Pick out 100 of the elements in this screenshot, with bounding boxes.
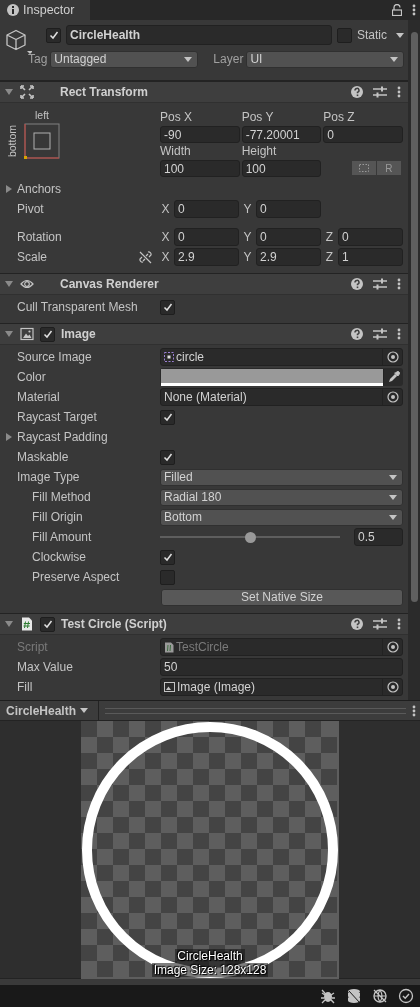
blueprint-button[interactable] — [352, 161, 376, 175]
axis-label: X — [160, 230, 171, 244]
object-field[interactable]: Image (Image) — [160, 678, 403, 696]
collapse-arrow-icon[interactable] — [5, 620, 13, 628]
number-field[interactable]: 50 — [160, 658, 403, 676]
field-label: Max Value — [17, 660, 73, 674]
help-icon[interactable] — [351, 328, 363, 340]
presets-icon[interactable] — [373, 86, 387, 98]
script-icon — [164, 641, 174, 653]
field-label: Pos Y — [241, 109, 275, 125]
presets-icon[interactable] — [373, 278, 387, 290]
cube-icon[interactable] — [4, 28, 32, 56]
checkbox[interactable] — [160, 569, 175, 585]
dropdown[interactable]: Bottom — [160, 508, 403, 526]
more-icon[interactable] — [397, 278, 401, 290]
color-swatch[interactable] — [161, 368, 383, 386]
info-icon — [7, 4, 19, 16]
component-header[interactable]: Test Circle (Script) — [0, 614, 408, 635]
number-field[interactable]: -90 — [160, 126, 240, 143]
unlinked-icon[interactable] — [139, 250, 152, 264]
component-header[interactable]: Canvas Renderer — [0, 274, 408, 295]
caret-icon — [389, 474, 397, 480]
component-header[interactable]: Image — [0, 324, 408, 345]
more-icon[interactable] — [397, 86, 401, 98]
component-header[interactable]: Rect Transform — [0, 82, 408, 103]
dropdown[interactable]: Radial 180 — [160, 488, 403, 506]
sprite-icon — [164, 352, 174, 362]
number-field[interactable]: 0 — [174, 200, 239, 218]
help-icon[interactable] — [351, 618, 363, 630]
more-icon[interactable] — [397, 618, 401, 630]
tag-dropdown[interactable]: Untagged — [50, 50, 199, 68]
inspector-tab[interactable]: Inspector — [0, 0, 90, 20]
number-field[interactable]: 1 — [338, 248, 403, 266]
caret-icon — [80, 708, 89, 713]
help-icon[interactable] — [351, 86, 363, 98]
collapse-arrow-icon[interactable] — [5, 88, 13, 96]
bug-icon[interactable] — [320, 988, 336, 1004]
collapse-arrow-icon[interactable] — [5, 280, 13, 288]
field-label: Fill Origin — [32, 510, 83, 524]
field-label: Fill — [17, 680, 33, 694]
object-picker-icon[interactable] — [386, 351, 399, 363]
number-field[interactable]: 2.9 — [256, 248, 321, 266]
scrollbar[interactable] — [408, 20, 420, 700]
script-icon — [20, 617, 34, 631]
field-label: Pos X — [160, 109, 193, 125]
presets-icon[interactable] — [373, 618, 387, 630]
checkbox[interactable] — [40, 326, 55, 342]
number-field[interactable]: 100 — [160, 160, 240, 177]
caret-icon[interactable] — [396, 32, 404, 38]
layer-dropdown[interactable]: UI — [246, 50, 404, 68]
object-picker-icon[interactable] — [386, 681, 399, 693]
field-label: Material — [17, 390, 60, 404]
checkbox[interactable] — [46, 27, 61, 43]
number-field[interactable]: -77.20001 — [241, 126, 322, 143]
field-label: Source Image — [17, 350, 92, 364]
number-field[interactable]: 100 — [241, 160, 322, 177]
check-circle-icon[interactable] — [398, 988, 414, 1004]
collapse-arrow-icon[interactable] — [5, 330, 13, 338]
eyedropper-icon[interactable] — [387, 371, 400, 383]
dropdown[interactable]: Filled — [160, 468, 403, 486]
checkbox[interactable] — [160, 549, 175, 565]
presets-icon[interactable] — [373, 328, 387, 340]
axis-label: X — [160, 250, 171, 264]
checkbox[interactable] — [160, 449, 175, 465]
database-icon[interactable] — [346, 988, 362, 1004]
name-field[interactable]: CircleHealth — [66, 25, 332, 45]
number-field[interactable]: 0 — [323, 126, 403, 143]
anchor-preset-icon[interactable] — [24, 123, 61, 160]
more-icon[interactable] — [412, 704, 416, 717]
checkbox[interactable] — [40, 616, 55, 632]
resize-handle[interactable] — [105, 707, 406, 714]
axis-label: X — [160, 202, 171, 216]
number-field[interactable]: 0 — [256, 228, 321, 246]
caret-icon — [389, 514, 397, 520]
number-field[interactable]: 0.5 — [354, 528, 403, 546]
more-icon[interactable] — [412, 4, 416, 16]
expand-arrow-icon[interactable] — [5, 185, 13, 193]
caret-icon — [390, 56, 398, 62]
number-field[interactable]: 0 — [256, 200, 321, 218]
field-label: Width — [160, 143, 192, 159]
lock-icon[interactable] — [392, 4, 402, 16]
set-native-size-button[interactable]: Set Native Size — [161, 588, 403, 606]
network-icon[interactable] — [372, 988, 388, 1004]
help-icon[interactable] — [351, 278, 363, 290]
expand-arrow-icon[interactable] — [5, 433, 13, 441]
object-field[interactable]: None (Material) — [160, 388, 403, 406]
object-field[interactable]: circle — [160, 348, 403, 366]
number-field[interactable]: 0 — [174, 228, 239, 246]
slider-thumb[interactable] — [244, 531, 256, 543]
foldout-label[interactable]: Raycast Padding — [17, 430, 108, 444]
more-icon[interactable] — [397, 328, 401, 340]
number-field[interactable]: 0 — [338, 228, 403, 246]
object-picker-icon[interactable] — [386, 391, 399, 403]
checkbox[interactable] — [337, 27, 352, 43]
foldout-label[interactable]: Anchors — [17, 182, 62, 196]
number-field[interactable]: 2.9 — [174, 248, 239, 266]
checkbox[interactable] — [160, 409, 175, 425]
checkbox[interactable] — [160, 299, 175, 315]
static-label: Static — [357, 28, 387, 42]
object-picker-icon[interactable] — [386, 641, 399, 653]
